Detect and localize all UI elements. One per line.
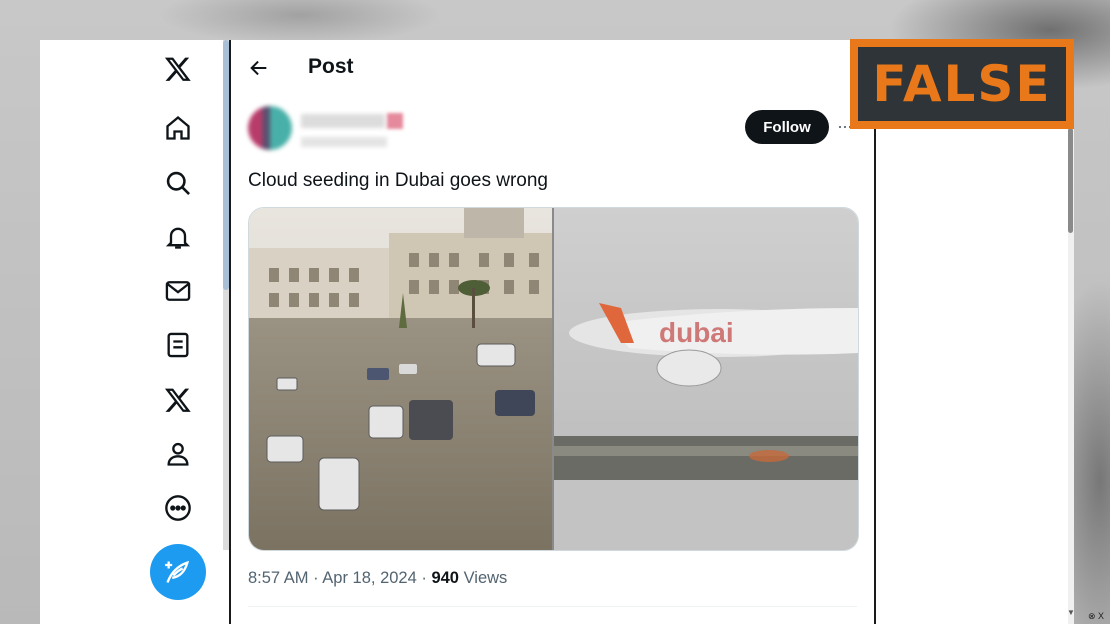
divider [248, 606, 857, 607]
follow-button[interactable]: Follow [745, 110, 829, 144]
home-icon[interactable] [160, 110, 196, 146]
bell-icon[interactable] [160, 219, 196, 255]
display-name-redacted-emoji [387, 113, 403, 129]
post-media[interactable]: dubai [248, 207, 859, 551]
profile-icon[interactable] [160, 436, 196, 472]
feather-icon [165, 560, 190, 583]
post-timestamp[interactable]: 8:57 AM · Apr 18, 2024 · [248, 569, 431, 587]
post-column: Post Follow ··· Cloud seeding in Dubai g… [231, 40, 874, 624]
corner-watermark: ⊗ X [1088, 611, 1105, 621]
post-meta: 8:57 AM · Apr 18, 2024 · 940 Views [248, 569, 507, 588]
false-badge-inner: FALSE [858, 47, 1066, 121]
x-logo-icon[interactable] [160, 51, 196, 87]
display-name-redacted[interactable] [301, 114, 385, 128]
more-icon[interactable] [160, 490, 196, 526]
media-airline-text: dubai [659, 317, 734, 348]
sidebar [40, 40, 229, 624]
flood-image [249, 208, 554, 550]
aircraft-image: dubai [553, 208, 858, 550]
post-text: Cloud seeding in Dubai goes wrong [248, 170, 548, 191]
arrow-left-icon [250, 60, 267, 76]
compose-post-button[interactable] [150, 544, 206, 600]
page-title: Post [308, 55, 354, 78]
false-label: FALSE [872, 55, 1052, 113]
handle-redacted[interactable] [301, 137, 387, 147]
page-scrollbar-thumb[interactable] [1068, 128, 1073, 233]
search-icon[interactable] [160, 165, 196, 201]
back-button[interactable] [245, 54, 273, 82]
mail-icon[interactable] [160, 273, 196, 309]
false-verdict-badge: FALSE [850, 39, 1074, 129]
avatar[interactable] [248, 106, 292, 150]
list-icon[interactable] [160, 327, 196, 363]
x-premium-icon[interactable] [160, 382, 196, 418]
scroll-down-arrow-icon[interactable]: ▼ [1067, 608, 1074, 617]
views-label: Views [458, 569, 508, 587]
view-count: 940 [431, 569, 459, 587]
